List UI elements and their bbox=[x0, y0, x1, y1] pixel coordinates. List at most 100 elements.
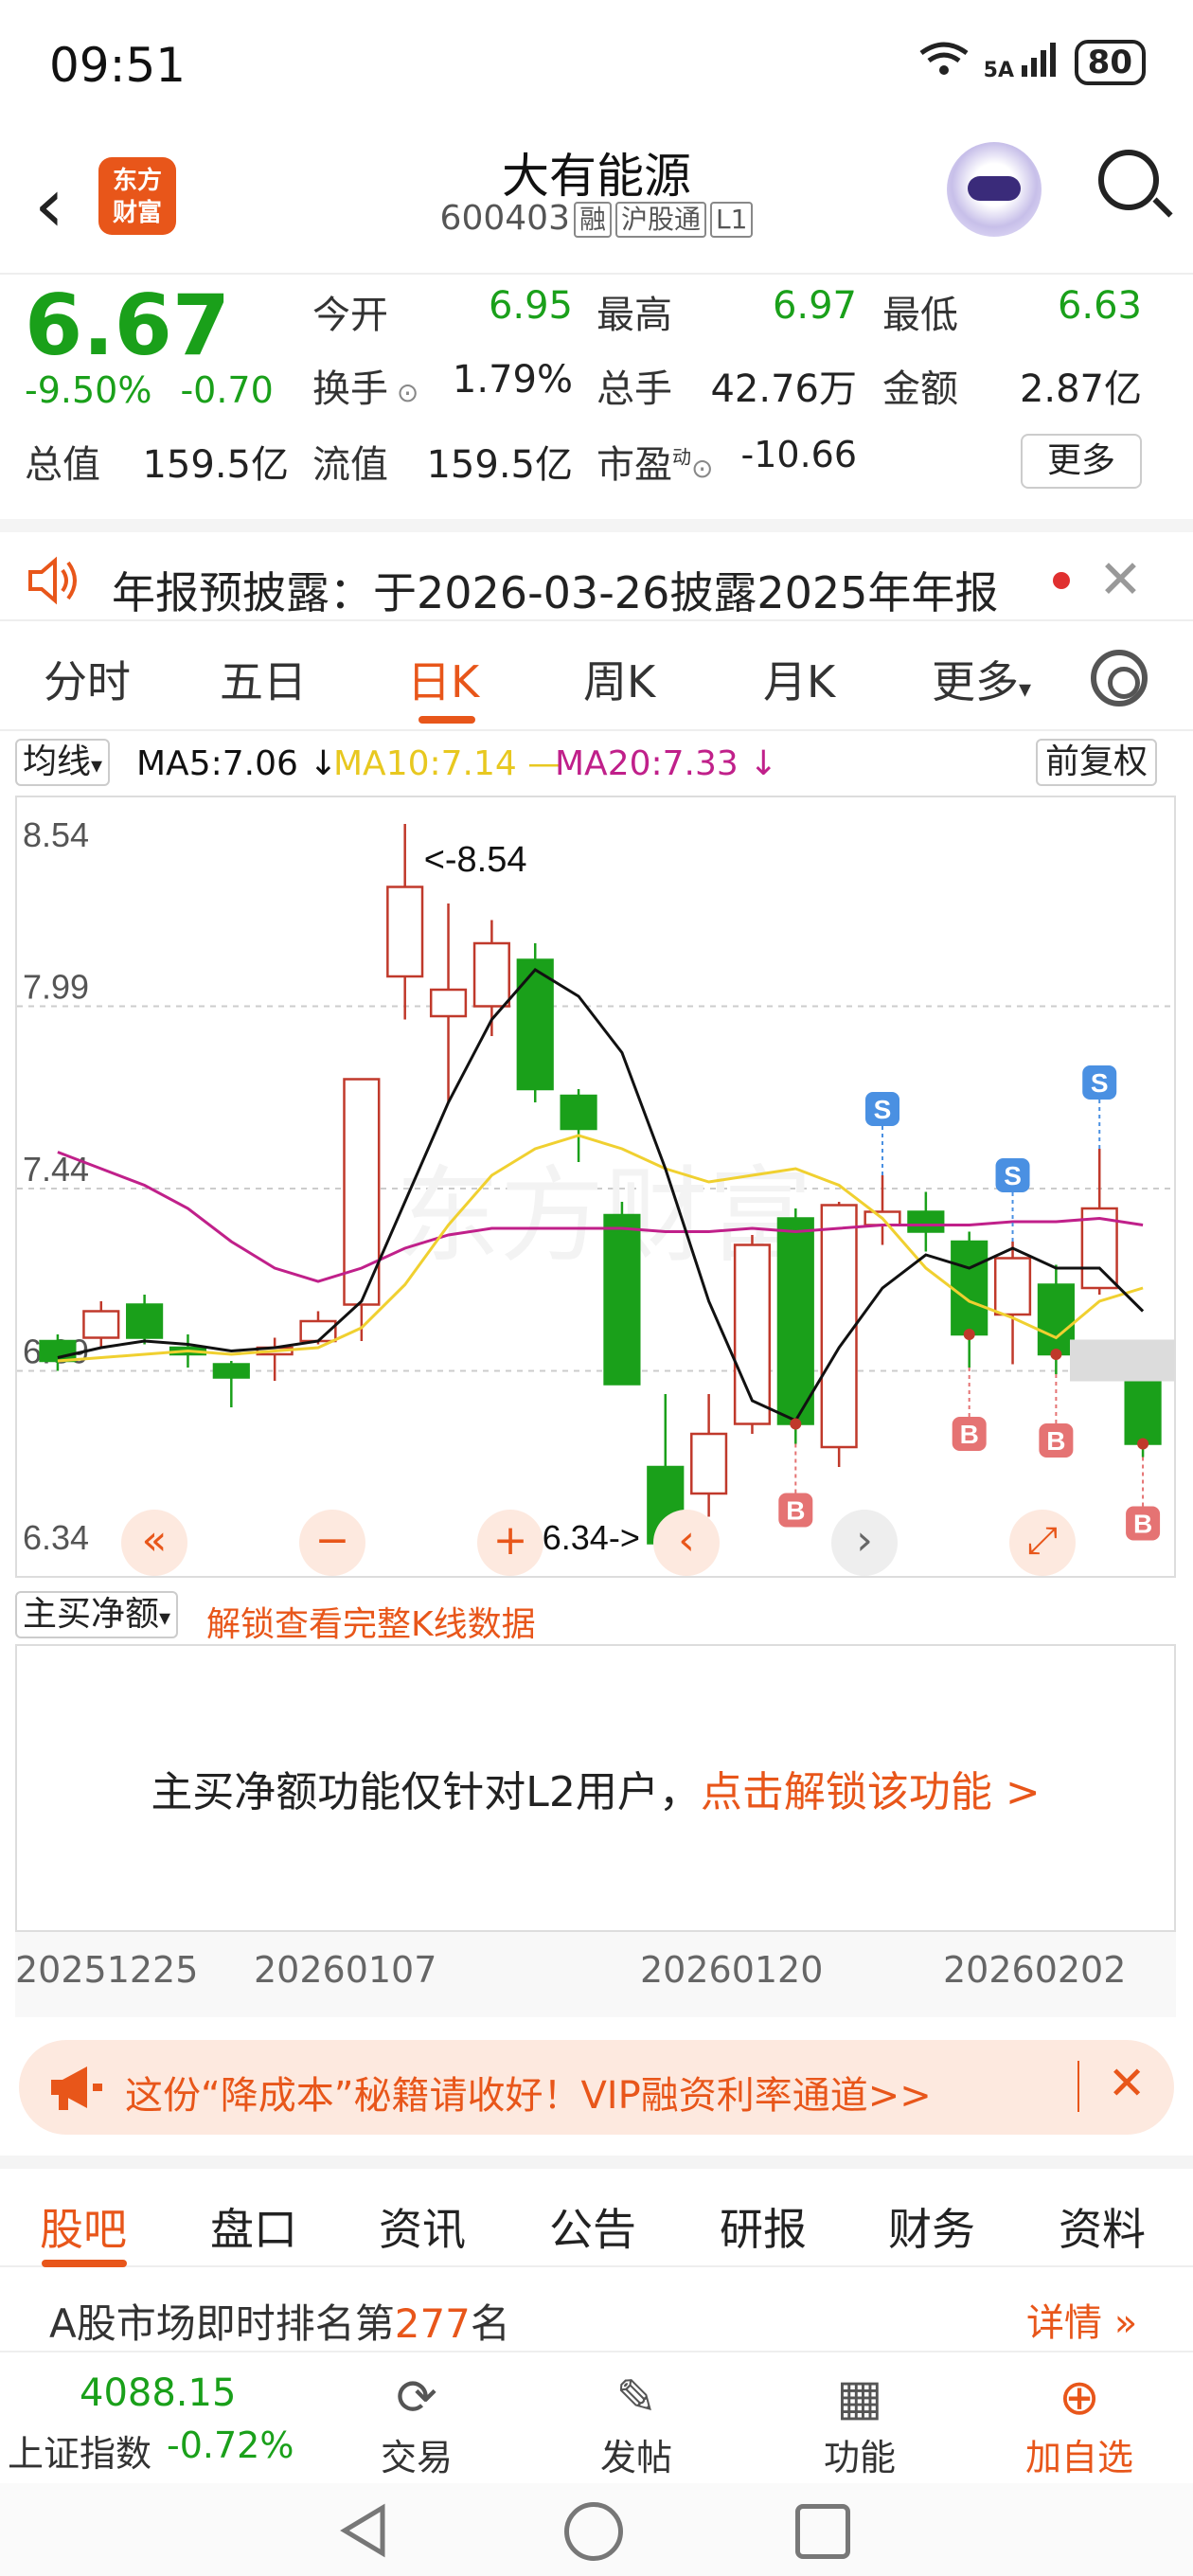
tab-intraday[interactable]: 分时 bbox=[44, 648, 131, 710]
kline-chart[interactable]: 8.547.997.446.896.34东方财富BSBSBSB<-8.546.3… bbox=[15, 796, 1176, 1578]
tab-forum[interactable]: 股吧 bbox=[40, 2195, 127, 2258]
rank-detail-link[interactable]: 详情 » bbox=[1026, 2292, 1137, 2347]
dropdown-icon: ▾ bbox=[159, 1604, 171, 1631]
amount-label: 金额 bbox=[882, 367, 958, 411]
scroll-left-button[interactable]: ‹ bbox=[653, 1510, 720, 1576]
signal-dot bbox=[790, 1418, 802, 1430]
info-icon[interactable]: ⊙ bbox=[388, 377, 418, 408]
tab-more[interactable]: 更多▾ bbox=[932, 648, 1031, 710]
more-button[interactable]: 更多 bbox=[1021, 434, 1142, 489]
high-value: 6.97 bbox=[772, 284, 857, 328]
high-annotation: <-8.54 bbox=[424, 840, 527, 880]
tab-profile[interactable]: 资料 bbox=[1059, 2195, 1146, 2258]
tab-orderbook[interactable]: 盘口 bbox=[210, 2195, 297, 2258]
assistant-robot-icon[interactable] bbox=[947, 142, 1042, 237]
ma10-text: MA10:7.14 bbox=[333, 744, 517, 783]
rank-number: 277 bbox=[394, 2300, 471, 2347]
signal-dot bbox=[1050, 1349, 1062, 1360]
l2-unlock-link[interactable]: 点击解锁该功能 > bbox=[701, 1768, 1041, 1816]
ma20-text: MA20:7.33 bbox=[555, 744, 739, 783]
rank-prefix: A股市场即时排名第 bbox=[49, 2300, 395, 2347]
signal-dot bbox=[963, 1329, 975, 1340]
active-tab-indicator bbox=[418, 716, 475, 724]
volume-label: 总手 bbox=[596, 367, 672, 411]
rank-row[interactable]: A股市场即时排名第277名 详情 » bbox=[0, 2267, 1193, 2352]
buy-signal-label: B bbox=[1133, 1510, 1152, 1539]
candle-body bbox=[820, 1204, 858, 1449]
trade-button[interactable]: ⟳ 交易 bbox=[350, 2368, 483, 2480]
zoom-in-button[interactable]: + bbox=[477, 1510, 543, 1576]
candle-body bbox=[212, 1363, 250, 1379]
signal-dot bbox=[1137, 1438, 1149, 1450]
scroll-start-button[interactable]: « bbox=[121, 1510, 187, 1576]
stock-code: 600403 bbox=[439, 199, 570, 238]
low-value: 6.63 bbox=[1057, 284, 1142, 328]
settings-gear-icon[interactable] bbox=[1091, 650, 1148, 707]
vip-banner[interactable]: 这份“降成本”秘籍请收好！VIP融资利率通道>> ✕ bbox=[19, 2040, 1174, 2135]
pe-label: 市盈动⊙ bbox=[596, 434, 713, 489]
unlock-link[interactable]: 解锁查看完整K线数据 bbox=[206, 1597, 536, 1646]
change-amount: -0.70 bbox=[180, 369, 274, 411]
candle-body bbox=[993, 1257, 1032, 1316]
total-cap-value: 159.5亿 bbox=[142, 443, 289, 487]
post-button[interactable]: ✎ 发帖 bbox=[570, 2368, 703, 2480]
tab-financials[interactable]: 财务 bbox=[888, 2195, 975, 2258]
indicator-selector[interactable]: 主买净额▾ bbox=[15, 1591, 179, 1638]
tab-five-day[interactable]: 五日 bbox=[220, 648, 307, 710]
float-cap-value: 159.5亿 bbox=[426, 443, 573, 487]
sell-signal-label: S bbox=[1091, 1068, 1109, 1098]
candle-body bbox=[951, 1240, 988, 1336]
search-icon[interactable] bbox=[1098, 150, 1159, 210]
buy-signal-label: B bbox=[960, 1420, 979, 1449]
tab-monthly-k[interactable]: 月K bbox=[763, 648, 835, 710]
open-value: 6.95 bbox=[488, 284, 573, 328]
battery-icon: 80 bbox=[1074, 40, 1146, 85]
info-icon[interactable]: ⊙ bbox=[691, 453, 713, 484]
tag-margin: 融 bbox=[573, 202, 612, 238]
candle-body bbox=[126, 1303, 164, 1339]
indicator-selector-label: 主买净额 bbox=[23, 1595, 160, 1634]
network-type: 5A bbox=[983, 59, 1014, 82]
candle-body bbox=[82, 1310, 120, 1339]
ma-selector-label: 均线 bbox=[23, 742, 92, 781]
sell-signal-label: S bbox=[874, 1095, 892, 1124]
float-cap-label: 流值 bbox=[312, 443, 388, 487]
total-cap-label: 总值 bbox=[25, 443, 100, 487]
tab-news[interactable]: 资讯 bbox=[379, 2195, 466, 2258]
index-widget[interactable]: 4088.15 上证指数 -0.72% bbox=[0, 2352, 294, 2485]
candle-body bbox=[603, 1213, 641, 1386]
nav-back-icon[interactable] bbox=[337, 2502, 390, 2563]
buy-signal-label: B bbox=[1046, 1426, 1065, 1456]
zoom-out-button[interactable]: − bbox=[299, 1510, 365, 1576]
l2-message-text: 主买净额功能仅针对L2用户， bbox=[151, 1768, 701, 1816]
fullscreen-button[interactable]: ⤢ bbox=[1009, 1510, 1076, 1576]
tab-daily-k[interactable]: 日K bbox=[407, 648, 479, 710]
l2-message: 主买净额功能仅针对L2用户，点击解锁该功能 > bbox=[17, 1758, 1174, 1818]
nav-recents-icon[interactable] bbox=[795, 2504, 850, 2559]
status-bar: 09:51 5A 80 bbox=[0, 0, 1193, 133]
adjust-button[interactable]: 前复权 bbox=[1036, 739, 1158, 786]
sell-signal-label: S bbox=[1004, 1161, 1022, 1190]
functions-button[interactable]: ▦ 功能 bbox=[793, 2368, 926, 2480]
add-watchlist-button[interactable]: ⊕ 加自选 bbox=[1013, 2368, 1146, 2480]
bottom-toolbar: 4088.15 上证指数 -0.72% ⟳ 交易 ✎ 发帖 ▦ 功能 ⊕ 加自选 bbox=[0, 2351, 1193, 2483]
tab-research[interactable]: 研报 bbox=[720, 2195, 807, 2258]
dropdown-icon: ▾ bbox=[91, 752, 103, 778]
tab-weekly-k[interactable]: 周K bbox=[583, 648, 655, 710]
system-nav-bar bbox=[0, 2483, 1193, 2576]
notice-bar[interactable]: 年报预披露：于2026-03-26披露2025年年报 ✕ bbox=[0, 519, 1193, 621]
clock: 09:51 bbox=[49, 38, 187, 93]
close-icon[interactable]: ✕ bbox=[1108, 2057, 1146, 2110]
candle-body bbox=[1037, 1283, 1075, 1356]
megaphone-icon bbox=[45, 2061, 106, 2118]
ma-selector[interactable]: 均线▾ bbox=[15, 739, 111, 786]
plus-circle-icon: ⊕ bbox=[1059, 2370, 1100, 2426]
change-percent: -9.50% bbox=[25, 369, 152, 411]
tag-connect: 沪股通 bbox=[615, 202, 707, 238]
close-icon[interactable]: ✕ bbox=[1098, 549, 1143, 611]
info-tabs: 股吧 盘口 资讯 公告 研报 财务 资料 bbox=[0, 2156, 1193, 2267]
tab-announcements[interactable]: 公告 bbox=[549, 2195, 636, 2258]
scroll-right-button[interactable]: › bbox=[831, 1510, 898, 1576]
nav-home-icon[interactable] bbox=[564, 2502, 623, 2561]
buy-signal-label: B bbox=[786, 1496, 805, 1526]
